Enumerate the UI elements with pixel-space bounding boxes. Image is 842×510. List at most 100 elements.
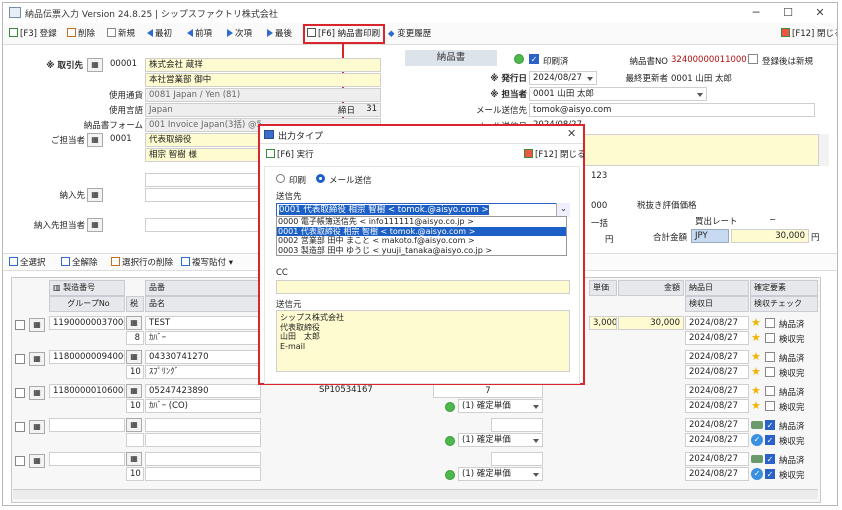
inspected-checkbox[interactable] (765, 367, 775, 377)
delivery-search-icon[interactable]: ▦ (87, 188, 103, 202)
customer-branch-field[interactable]: 本社営業部 御中 (145, 73, 381, 87)
prev-button[interactable]: 前項 (187, 27, 212, 41)
row-price-type[interactable]: (1) 確定単価 (458, 399, 543, 413)
inspected-checkbox[interactable]: ✓ (765, 469, 775, 479)
dropdown-option[interactable]: 0000 電子帳簿送信先 < info111111@aisyo.co.jp > (277, 217, 566, 227)
select-all-button[interactable]: 全選択 (9, 256, 46, 270)
row-search-icon[interactable]: ▦ (29, 352, 45, 366)
close-button[interactable]: ✕ (805, 5, 835, 21)
row-amount[interactable]: 30,000 (618, 316, 684, 330)
row-item-name[interactable] (145, 467, 261, 481)
dropdown-option[interactable]: 0002 営業部 田中 まこと < makoto.f@aisyo.com > (277, 236, 566, 246)
inspected-checkbox[interactable] (765, 401, 775, 411)
delivered-checkbox[interactable] (765, 318, 775, 328)
row-serial[interactable]: 119000000370001 (49, 316, 125, 330)
row-item[interactable]: 04330741270 (145, 350, 261, 364)
mail-radio[interactable] (316, 174, 325, 183)
item-search-icon[interactable]: ▦ (126, 316, 142, 330)
maximize-button[interactable]: ☐ (773, 5, 803, 21)
row-inspect-date[interactable]: 2024/08/27 (685, 433, 749, 447)
minimize-button[interactable]: ─ (741, 5, 771, 21)
item-search-icon[interactable]: ▦ (126, 350, 142, 364)
row-item-name[interactable] (145, 433, 261, 447)
register-button[interactable]: [F3] 登録 (9, 27, 57, 41)
row-price-type[interactable]: (1) 確定単価 (458, 467, 543, 481)
dialog-execute-button[interactable]: [F6] 実行 (266, 148, 314, 162)
row-delivery-date[interactable]: 2024/08/27 (685, 384, 749, 398)
row-inspect-date[interactable]: 2024/08/27 (685, 467, 749, 481)
customer-search-icon[interactable]: ▦ (87, 58, 103, 72)
row-serial[interactable] (49, 418, 125, 432)
grid-horizontal-scrollbar[interactable] (13, 489, 818, 499)
contact-name-field[interactable]: 相宗 智樹 様 (145, 148, 261, 162)
row-tax[interactable]: 10 (126, 467, 144, 481)
contact-title-field[interactable]: 代表取締役 (145, 133, 261, 147)
row-tax[interactable]: 10 (126, 365, 144, 379)
delivered-checkbox[interactable] (765, 352, 775, 362)
last-button[interactable]: 最後 (267, 27, 292, 41)
inspected-checkbox[interactable]: ✓ (765, 435, 775, 445)
first-button[interactable]: 最初 (147, 27, 172, 41)
print-radio[interactable] (276, 174, 285, 183)
row-inspect-date[interactable]: 2024/08/27 (685, 365, 749, 379)
delivered-checkbox[interactable]: ✓ (765, 420, 775, 430)
contact-search-icon[interactable]: ▦ (87, 133, 103, 147)
row-item-name[interactable]: ｶﾊﾞｰ (145, 331, 261, 345)
row-checkbox[interactable] (15, 354, 25, 364)
copy-paste-button[interactable]: 複写貼付 ▾ (181, 256, 233, 270)
delivered-checkbox[interactable] (765, 386, 775, 396)
row-tax[interactable] (126, 433, 144, 447)
row-search-icon[interactable]: ▦ (29, 318, 45, 332)
row-serial[interactable]: 118000000940001 (49, 350, 125, 364)
from-textarea[interactable]: シップス株式会社 代表取締役 山田 太郎 E-mail (276, 310, 570, 372)
row-item-name[interactable]: ｽﾌﾟﾘﾝｸﾞ (145, 365, 261, 379)
item-search-icon[interactable]: ▦ (126, 418, 142, 432)
row-qty[interactable]: 7 (433, 384, 543, 398)
row-item[interactable] (145, 452, 261, 466)
row-price-type[interactable]: (1) 確定単価 (458, 433, 543, 447)
item-search-icon[interactable]: ▦ (126, 452, 142, 466)
delete-rows-button[interactable]: 選択行の削除 (111, 256, 173, 270)
customer-name-field[interactable]: 株式会社 蔵祥 (145, 58, 381, 72)
to-dropdown-icon[interactable]: ⌄ (556, 203, 570, 217)
to-select[interactable]: 0001 代表取締役 相宗 智樹 < tomok.@aisyo.com > (276, 203, 570, 217)
row-qty[interactable] (491, 418, 543, 432)
toolbar-close-button[interactable]: [F12] 閉じる (781, 27, 837, 41)
delivery-extra-field[interactable] (145, 173, 261, 187)
item-search-icon[interactable]: ▦ (126, 384, 142, 398)
row-price[interactable]: 3,000.0 (589, 316, 617, 330)
row-item-name[interactable]: ｶﾊﾞｰ (CO) (145, 399, 261, 413)
row-delivery-date[interactable]: 2024/08/27 (685, 452, 749, 466)
row-tax[interactable]: 8 (126, 331, 144, 345)
row-inspect-date[interactable]: 2024/08/27 (685, 331, 749, 345)
row-delivery-date[interactable]: 2024/08/27 (685, 316, 749, 330)
mail-field[interactable]: tomok@aisyo.com (529, 103, 815, 117)
inspected-checkbox[interactable] (765, 333, 775, 343)
row-serial[interactable] (49, 452, 125, 466)
row-checkbox[interactable] (15, 320, 25, 330)
delivery-contact-field[interactable] (145, 218, 261, 232)
dialog-close-button[interactable]: [F12] 閉じる (524, 148, 586, 162)
dropdown-option[interactable]: 0003 製造部 田中 ゆうじ < yuuji_tanaka@aisyo.co.… (277, 246, 566, 256)
dropdown-option-selected[interactable]: 0001 代表取締役 相宗 智樹 < tomok.@aisyo.com > (277, 226, 566, 236)
row-item[interactable]: 05247423890 (145, 384, 261, 398)
row-search-icon[interactable]: ▦ (29, 454, 45, 468)
row-search-icon[interactable]: ▦ (29, 386, 45, 400)
row-search-icon[interactable]: ▦ (29, 420, 45, 434)
memo-scrollbar[interactable] (819, 134, 829, 166)
row-delivery-date[interactable]: 2024/08/27 (685, 350, 749, 364)
row-delivery-date[interactable]: 2024/08/27 (685, 418, 749, 432)
delivered-checkbox[interactable]: ✓ (765, 454, 775, 464)
row-tax[interactable]: 10 (126, 399, 144, 413)
delivery-contact-search-icon[interactable]: ▦ (87, 218, 103, 232)
staff-field[interactable]: 0001 山田 太郎 (529, 87, 707, 101)
delivery-field[interactable] (145, 188, 261, 202)
next-button[interactable]: 次項 (227, 27, 252, 41)
row-item[interactable]: TEST (145, 316, 261, 330)
row-checkbox[interactable] (15, 422, 25, 432)
row-qty[interactable] (491, 452, 543, 466)
register-after-checkbox[interactable] (748, 54, 758, 64)
cc-field[interactable] (276, 280, 570, 294)
row-inspect-date[interactable]: 2024/08/27 (685, 399, 749, 413)
row-checkbox[interactable] (15, 388, 25, 398)
